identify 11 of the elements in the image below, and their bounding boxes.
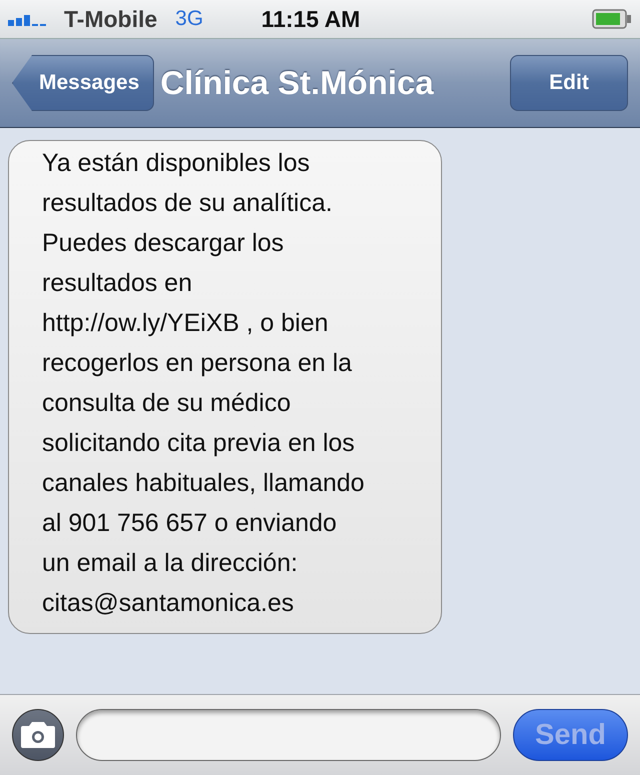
back-button[interactable]: Messages [12,55,154,111]
camera-icon [21,722,55,748]
battery-icon [592,9,632,29]
clock-time: 11:15 AM [261,6,360,32]
message-bubble: Ya están disponibles los resultados de su analítica. Puedes descargar los resultados en http://ow.ly/YEiXB , o bien recogerlos en persona en la consulta de su médico solicitando cita previa en los canales habituales, llamando al 901 756 657 o enviando un email a la dirección: citas@santamonica.es [8,140,442,634]
carrier-name: T-Mobile [64,6,158,32]
conversation-title: Clínica St.Mónica [160,64,434,102]
message-input[interactable] [76,709,501,761]
edit-button[interactable]: Edit [510,55,628,111]
network-type: 3G [175,7,204,31]
camera-button[interactable] [12,709,64,761]
